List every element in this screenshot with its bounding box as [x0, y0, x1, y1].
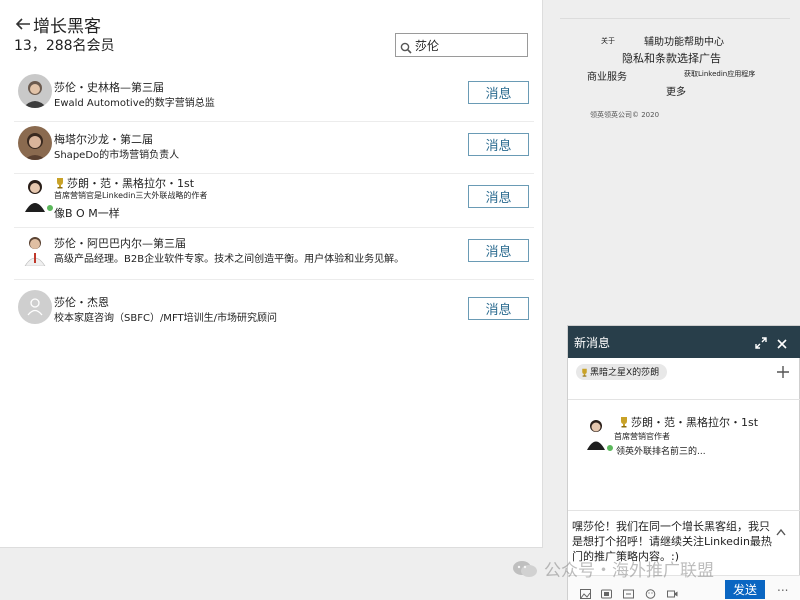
member-name[interactable]: 莎伦・阿巴巴内尔—第三届: [54, 235, 186, 251]
member-name[interactable]: 梅塔尔沙龙・第二届: [54, 131, 153, 147]
member-row[interactable]: 梅塔尔沙龙・第二届 ShapeDo的市场营销负责人 消息: [14, 122, 534, 174]
copyright: 领英领英公司© 2020: [590, 111, 660, 119]
member-headline: ShapeDo的市场营销负责人: [54, 150, 180, 161]
group-members-panel: 增长黑客 13，288名会员 莎伦・史林格—第三届 Ewald Automoti…: [0, 0, 543, 548]
wechat-icon: [512, 559, 538, 579]
card-detail: 领英外联排名前三的...: [616, 447, 706, 457]
chevron-up-icon[interactable]: [775, 522, 787, 536]
online-status-icon: [46, 204, 54, 212]
member-row[interactable]: 莎伦・杰恩 校本家庭咨询（SBFC）/MFT培训生/市场研究顾问 消息: [14, 280, 534, 332]
message-button[interactable]: 消息: [468, 239, 529, 262]
trophy-icon: [54, 177, 66, 189]
more-link[interactable]: 更多: [666, 83, 686, 98]
member-avatar[interactable]: [18, 232, 52, 266]
watermark-text: 公众号・海外推广联盟: [544, 561, 714, 581]
member-headline: Ewald Automotive的数字营销总监: [54, 98, 215, 109]
chat-divider: [568, 510, 800, 511]
member-row[interactable]: 莎伦・史林格—第三届 Ewald Automotive的数字营销总监 消息: [14, 70, 534, 122]
message-button[interactable]: 消息: [468, 297, 529, 320]
member-count: 13，288名会员: [14, 38, 115, 54]
member-headline: 高级产品经理。B2B企业软件专家。技术之间创造平衡。用户体验和业务见解。: [54, 254, 405, 265]
message-button[interactable]: 消息: [468, 133, 529, 156]
recipient-card: 莎朗・范・黑格拉尔・1st 首席营销官作者 领英外联排名前三的...: [568, 400, 800, 510]
more-options-icon[interactable]: ...: [777, 580, 788, 594]
member-name[interactable]: 莎伦・史林格—第三届: [54, 79, 164, 95]
member-headline: 首席营销官是Linkedin三大外联战略的作者: [54, 191, 208, 200]
member-extra: 像B O M一样: [54, 207, 120, 220]
member-avatar[interactable]: [18, 126, 52, 160]
member-name[interactable]: 莎朗・范・黑格拉尔・1st: [54, 175, 194, 191]
trophy-icon: [618, 416, 630, 428]
card-name: 莎朗・范・黑格拉尔・1st: [618, 414, 758, 430]
recipient-chip[interactable]: 黑暗之星X的莎朗: [576, 364, 668, 380]
add-recipient-icon[interactable]: [776, 364, 790, 378]
member-name[interactable]: 莎伦・杰恩: [54, 294, 109, 310]
chat-title: 新消息: [574, 336, 611, 350]
image-icon[interactable]: [580, 584, 591, 599]
accessibility-link[interactable]: 辅助功能帮助中心: [644, 33, 724, 48]
expand-icon[interactable]: [754, 335, 768, 349]
member-search[interactable]: [395, 33, 528, 57]
member-row[interactable]: 莎朗・范・黑格拉尔・1st 首席营销官是Linkedin三大外联战略的作者 像B…: [14, 174, 534, 228]
watermark: 公众号・海外推广联盟: [512, 556, 714, 581]
back-arrow-icon[interactable]: [14, 15, 32, 33]
member-list: 莎伦・史林格—第三届 Ewald Automotive的数字营销总监 消息 梅塔…: [14, 70, 534, 332]
emoji-icon[interactable]: [645, 584, 656, 599]
search-input[interactable]: [415, 38, 520, 52]
gif-icon[interactable]: [623, 584, 634, 599]
member-avatar[interactable]: [18, 290, 52, 324]
footer-divider: [560, 18, 790, 19]
business-services-link[interactable]: 商业服务: [587, 68, 627, 83]
member-row[interactable]: 莎伦・阿巴巴内尔—第三届 高级产品经理。B2B企业软件专家。技术之间创造平衡。用…: [14, 228, 534, 280]
recipient-row[interactable]: 黑暗之星X的莎朗: [568, 358, 800, 400]
get-app-link[interactable]: 获取Linkedin应用程序: [684, 69, 755, 79]
attach-icon[interactable]: [601, 584, 612, 599]
message-button[interactable]: 消息: [468, 81, 529, 104]
online-status-icon: [606, 444, 614, 452]
close-icon[interactable]: [776, 335, 788, 349]
back-row: 增长黑客: [14, 12, 101, 37]
message-button[interactable]: 消息: [468, 185, 529, 208]
send-button[interactable]: 发送: [725, 580, 765, 599]
chat-header[interactable]: 新消息: [568, 326, 800, 358]
privacy-link[interactable]: 隐私和条款选择广告: [622, 50, 721, 66]
member-avatar[interactable]: [18, 74, 52, 108]
page-title: 增长黑客: [33, 16, 101, 37]
card-title: 首席营销官作者: [614, 432, 670, 441]
about-link[interactable]: 关于: [601, 36, 615, 46]
search-icon: [400, 39, 412, 54]
member-headline: 校本家庭咨询（SBFC）/MFT培训生/市场研究顾问: [54, 313, 277, 324]
video-icon[interactable]: [667, 584, 678, 598]
trophy-icon: [580, 368, 589, 377]
